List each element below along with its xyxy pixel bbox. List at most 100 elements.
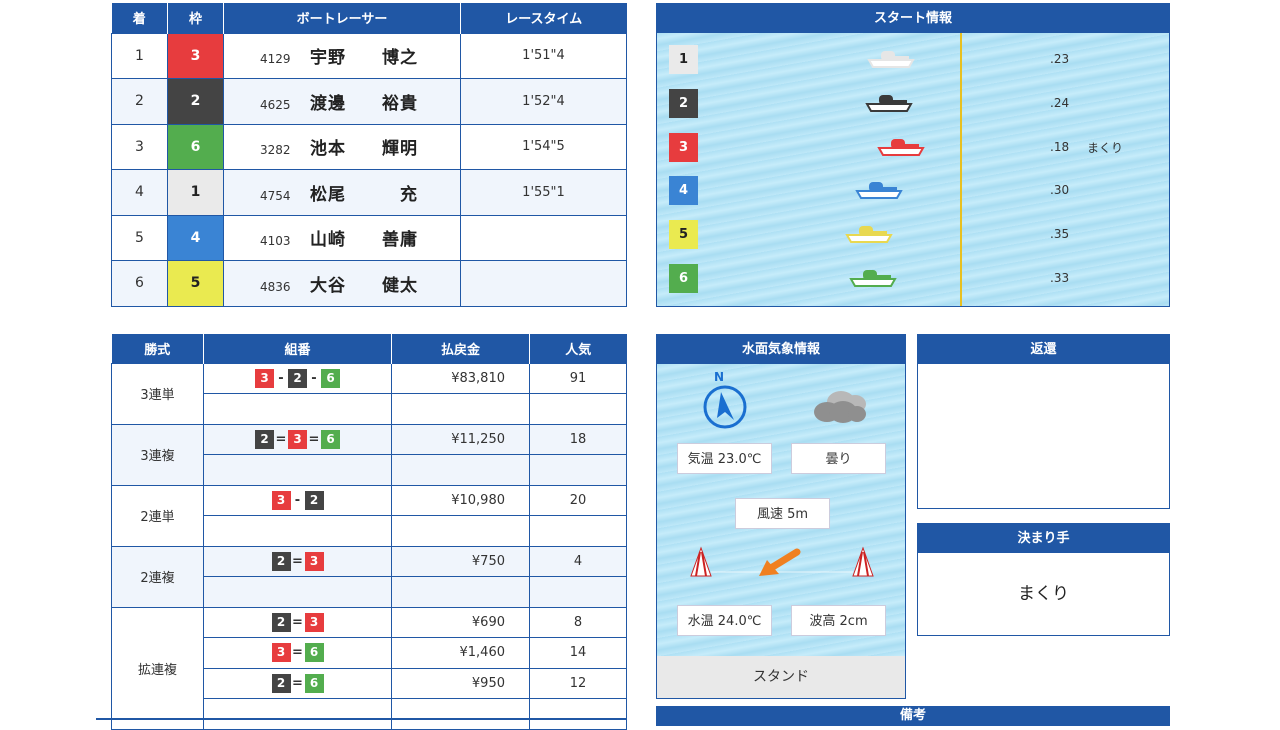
weather-title: 水面気象情報 — [657, 335, 905, 364]
popularity-cell-empty — [529, 454, 627, 486]
payout-amount: ¥83,810 — [391, 362, 530, 394]
kimarite-panel: 決まり手 まくり — [917, 523, 1170, 636]
combo-separator: = — [308, 431, 320, 447]
payout-amount-empty — [391, 454, 530, 486]
payout-row: 3連複 2 = 3 = 6 ¥11,250 18 — [111, 423, 627, 486]
racer-cell: 4625 渡邊 裕貴 — [223, 78, 461, 125]
payout-amount: ¥1,460 — [391, 637, 530, 669]
combination-cell: 2 = 3 — [203, 606, 392, 638]
racer-name[interactable]: 大谷 健太 — [310, 276, 418, 296]
combination-cell: 3-2-6 — [203, 362, 392, 394]
combo-separator: = — [292, 553, 303, 569]
payout-amount: ¥10,980 — [391, 484, 530, 516]
water-temp-box: 水温 24.0℃ — [677, 605, 772, 636]
racer-reg-number: 4836 — [260, 279, 291, 294]
racer-name[interactable]: 渡邊 裕貴 — [310, 94, 418, 114]
combo-boat-number: 2 — [304, 490, 324, 510]
result-row: 5 4 4103 山崎 善庸 — [111, 214, 627, 261]
racer-reg-number: 3282 — [260, 143, 291, 158]
race-result-table: 着 枠 ボートレーサー レースタイム 1 3 4129 宇野 博之 1'51"4 2 2 46… — [111, 3, 627, 307]
racer-name[interactable]: 松尾 充 — [310, 185, 418, 205]
boat-icon — [865, 94, 913, 112]
remarks-header: 備考 — [656, 706, 1170, 726]
result-row: 2 2 4625 渡邊 裕貴 1'52"4 — [111, 78, 627, 125]
weather-panel: 水面気象情報 N 気温 23.0℃ 曇り 風速 5m 水温 24.0℃ 波高 2… — [656, 334, 906, 699]
start-water-area: 1 .23 2 .24 3 .18 まくり 4 .30 5 .35 6 .33 — [657, 33, 1169, 306]
boat-icon — [849, 270, 897, 287]
buoy-right-icon — [852, 546, 874, 577]
combo-separator: = — [292, 675, 303, 691]
popularity-cell-empty — [529, 576, 627, 608]
start-line — [960, 33, 962, 306]
rank-cell: 2 — [111, 78, 168, 125]
combo-boat-number: 3 — [271, 490, 291, 510]
popularity-cell-empty — [529, 515, 627, 547]
col-time: レースタイム — [505, 12, 583, 28]
payout-amount: ¥690 — [391, 606, 530, 638]
combo-separator: = — [292, 614, 303, 630]
combo-separator: - — [311, 370, 317, 386]
boat-icon — [867, 51, 915, 68]
wind-direction-icon — [690, 546, 874, 577]
buoy-left-icon — [690, 546, 712, 577]
start-course-number: 5 — [669, 220, 698, 250]
combo-boat-number: 6 — [321, 429, 340, 449]
combination-cell-empty — [203, 698, 392, 730]
start-info-title: スタート情報 — [657, 4, 1169, 33]
start-timing: .33 — [1050, 271, 1070, 285]
popularity-cell: 8 — [529, 606, 627, 638]
result-row: 3 6 3282 池本 輝明 1'54"5 — [111, 123, 627, 170]
kimarite-value: まくり — [1018, 584, 1069, 604]
racer-reg-number: 4129 — [260, 52, 291, 67]
cloud-icon — [814, 391, 866, 423]
result-row: 6 5 4836 大谷 健太 — [111, 260, 627, 307]
waku-cell: 6 — [167, 123, 224, 170]
col-popularity: 人気 — [565, 342, 592, 358]
rank-cell: 4 — [111, 169, 168, 216]
racer-reg-number: 4103 — [260, 234, 291, 249]
payout-amount-empty — [391, 393, 530, 425]
start-timing: .18 — [1050, 139, 1070, 154]
start-timing: .23 — [1050, 52, 1070, 66]
payout-row: 3連単 3-2-6 ¥83,810 91 — [111, 362, 627, 425]
racer-name[interactable]: 宇野 博之 — [310, 48, 418, 68]
racer-cell: 4754 松尾 充 — [223, 169, 461, 216]
payout-row: 2連単 3-2 ¥10,980 20 — [111, 484, 627, 547]
bet-type-cell: 3連複 — [111, 423, 204, 486]
racer-name[interactable]: 山崎 善庸 — [310, 230, 418, 250]
waku-cell: 3 — [167, 32, 224, 79]
popularity-cell-empty — [529, 393, 627, 425]
start-timing: .30 — [1050, 183, 1070, 198]
rank-cell: 5 — [111, 214, 168, 261]
waku-cell: 4 — [167, 214, 224, 261]
combination-cell: 3 = 6 — [203, 637, 392, 669]
boat-icon — [877, 138, 925, 156]
combo-boat-number: 2 — [271, 612, 291, 632]
popularity-cell: 20 — [529, 484, 627, 516]
weather-water-area: N 気温 23.0℃ 曇り 風速 5m 水温 24.0℃ 波高 2cm — [657, 364, 905, 656]
combo-separator: = — [275, 431, 287, 447]
combo-boat-number: 6 — [321, 368, 340, 388]
start-info-panel: スタート情報 1 .23 2 .24 3 .18 まくり 4 .30 5 .35 6 .33 — [656, 3, 1170, 307]
col-payout: 払戻金 — [391, 334, 530, 363]
popularity-cell: 4 — [529, 545, 627, 577]
popularity-cell: 14 — [529, 637, 627, 669]
payout-amount: ¥750 — [391, 545, 530, 577]
combo-boat-number: 2 — [271, 673, 291, 693]
wind-speed-box: 風速 5m — [735, 498, 830, 529]
racer-name[interactable]: 池本 輝明 — [310, 139, 418, 159]
start-course-number: 1 — [669, 45, 698, 74]
col-racer: ボートレーサー — [223, 3, 461, 33]
refund-title: 返還 — [918, 335, 1169, 364]
race-time-cell — [460, 214, 627, 261]
combo-boat-number: 3 — [304, 612, 324, 632]
result-row: 4 1 4754 松尾 充 1'55"1 — [111, 169, 627, 216]
wave-height-box: 波高 2cm — [791, 605, 886, 636]
combo-separator: = — [292, 645, 303, 661]
payout-amount: ¥950 — [391, 667, 530, 699]
combination-cell-empty — [203, 576, 392, 608]
race-time-cell — [460, 260, 627, 307]
combo-boat-number: 3 — [255, 368, 274, 388]
result-row: 1 3 4129 宇野 博之 1'51"4 — [111, 32, 627, 79]
payout-amount-empty — [391, 515, 530, 547]
